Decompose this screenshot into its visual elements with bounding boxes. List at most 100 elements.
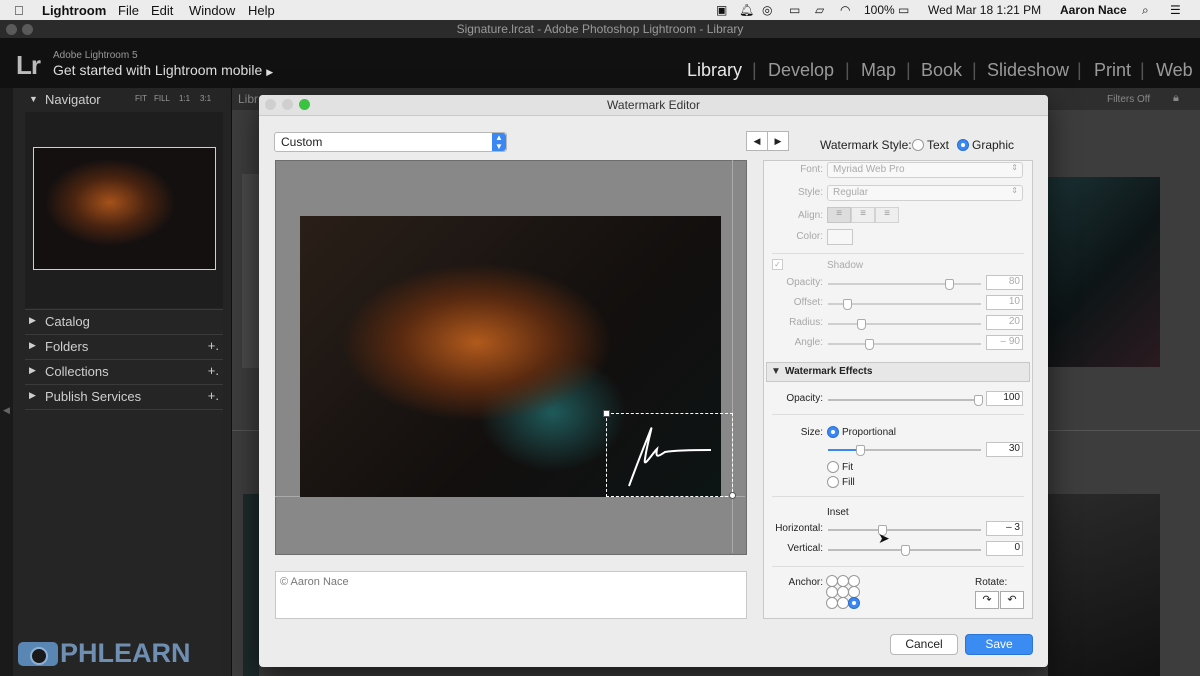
shadow-radius-field[interactable]: 20: [986, 315, 1023, 330]
size-proportional-radio[interactable]: [827, 426, 839, 438]
module-library[interactable]: Library: [687, 60, 742, 81]
next-image-button[interactable]: ▶: [767, 131, 789, 151]
size-fill-radio[interactable]: [827, 476, 839, 488]
previous-image-button[interactable]: ◀: [746, 131, 768, 151]
module-map[interactable]: Map: [861, 60, 896, 81]
module-book[interactable]: Book: [921, 60, 962, 81]
publish-services-header[interactable]: ▶ Publish Services +.: [13, 385, 223, 409]
library-filter-tab[interactable]: Libr: [238, 92, 258, 106]
dialog-minimize-button[interactable]: [282, 99, 293, 110]
zoom-fill[interactable]: FILL: [154, 94, 170, 103]
dialog-zoom-button[interactable]: [299, 99, 310, 110]
menu-window[interactable]: Window: [189, 3, 235, 18]
folders-header[interactable]: ▶ Folders +.: [13, 335, 223, 359]
style-graphic-radio[interactable]: [957, 139, 969, 151]
size-fit-radio[interactable]: [827, 461, 839, 473]
creative-cloud-icon[interactable]: ◎: [762, 3, 772, 17]
watermark-effects-header[interactable]: ▼ Watermark Effects: [766, 362, 1030, 382]
collections-header[interactable]: ▶ Collections +.: [13, 360, 223, 384]
menu-help[interactable]: Help: [248, 3, 275, 18]
shadow-checkbox[interactable]: ✓: [772, 259, 783, 270]
opacity-field[interactable]: 100: [986, 391, 1023, 406]
shadow-opacity-knob[interactable]: [945, 279, 954, 290]
clock[interactable]: Wed Mar 18 1:21 PM: [928, 3, 1041, 17]
resize-handle[interactable]: [603, 410, 610, 417]
navigator-thumbnail[interactable]: [33, 147, 216, 270]
size-field[interactable]: 30: [986, 442, 1023, 457]
navigator-header[interactable]: ▼ Navigator FIT FILL 1:1 3:1: [13, 88, 223, 112]
style-graphic-label[interactable]: Graphic: [972, 138, 1014, 152]
window-minimize-button[interactable]: [22, 24, 33, 35]
opacity-knob[interactable]: [974, 395, 983, 406]
airplay-icon[interactable]: ▱: [815, 3, 824, 17]
cancel-button[interactable]: Cancel: [890, 634, 958, 655]
module-develop[interactable]: Develop: [768, 60, 834, 81]
shadow-radius-knob[interactable]: [857, 319, 866, 330]
grid-cell[interactable]: [242, 174, 260, 368]
resize-handle[interactable]: [729, 492, 736, 499]
module-slideshow[interactable]: Slideshow: [987, 60, 1069, 81]
menu-edit[interactable]: Edit: [151, 3, 173, 18]
align-center-icon[interactable]: ≡: [851, 207, 875, 223]
grid-thumbnail[interactable]: [1048, 494, 1160, 676]
wifi-icon[interactable]: ◠: [840, 3, 850, 17]
anchor-bottom-right-radio[interactable]: [848, 597, 860, 609]
add-folder-icon[interactable]: +.: [208, 338, 219, 353]
align-right-icon[interactable]: ≡: [875, 207, 899, 223]
horizontal-field[interactable]: – 3: [986, 521, 1023, 536]
font-style-dropdown[interactable]: Regular ⇕: [827, 185, 1023, 201]
module-print[interactable]: Print: [1094, 60, 1131, 81]
rotate-counterclockwise-icon[interactable]: ↶: [1000, 591, 1024, 609]
grid-thumbnail[interactable]: [243, 494, 259, 676]
font-dropdown[interactable]: Myriad Web Pro ⇕: [827, 162, 1023, 178]
filters-off-dropdown[interactable]: Filters Off: [1107, 94, 1150, 105]
opacity-slider[interactable]: [828, 399, 981, 401]
watermark-bounding-box[interactable]: [606, 413, 733, 497]
shadow-radius-slider[interactable]: [828, 323, 981, 325]
vertical-field[interactable]: 0: [986, 541, 1023, 556]
align-left-icon[interactable]: ≡: [827, 207, 851, 223]
add-collection-icon[interactable]: +.: [208, 363, 219, 378]
video-icon[interactable]: ▣: [716, 3, 727, 17]
zoom-3-1[interactable]: 3:1: [200, 94, 211, 103]
style-text-radio[interactable]: [912, 139, 924, 151]
color-swatch[interactable]: [827, 229, 853, 245]
vertical-knob[interactable]: [901, 545, 910, 556]
shadow-angle-slider[interactable]: [828, 343, 981, 345]
notification-center-icon[interactable]: ☰: [1170, 3, 1181, 17]
display-icon[interactable]: ▭: [789, 3, 800, 17]
shadow-opacity-field[interactable]: 80: [986, 275, 1023, 290]
bell-icon[interactable]: 🔔︎: [739, 3, 754, 17]
shadow-angle-knob[interactable]: [865, 339, 874, 350]
battery-icon[interactable]: ▭: [898, 3, 909, 17]
shadow-angle-field[interactable]: – 90: [986, 335, 1023, 350]
size-fit-label[interactable]: Fit: [842, 462, 853, 473]
style-text-label[interactable]: Text: [927, 138, 949, 152]
zoom-fit[interactable]: FIT: [135, 94, 147, 103]
shadow-opacity-slider[interactable]: [828, 283, 981, 285]
window-close-button[interactable]: [6, 24, 17, 35]
left-panel-toggle-icon[interactable]: ◀: [3, 405, 10, 416]
preset-dropdown[interactable]: Custom ▲ ▼: [274, 132, 507, 152]
module-web[interactable]: Web: [1156, 60, 1193, 81]
shadow-offset-knob[interactable]: [843, 299, 852, 310]
menu-file[interactable]: File: [118, 3, 139, 18]
catalog-header[interactable]: ▶ Catalog: [13, 310, 223, 334]
menu-lightroom[interactable]: Lightroom: [42, 3, 106, 18]
user-name[interactable]: Aaron Nace: [1060, 3, 1127, 17]
save-button[interactable]: Save: [965, 634, 1033, 655]
dialog-close-button[interactable]: [265, 99, 276, 110]
rotate-clockwise-icon[interactable]: ↷: [975, 591, 999, 609]
shadow-offset-field[interactable]: 10: [986, 295, 1023, 310]
zoom-1-1[interactable]: 1:1: [179, 94, 190, 103]
size-knob[interactable]: [856, 445, 865, 456]
size-fill-label[interactable]: Fill: [842, 477, 855, 488]
horizontal-slider[interactable]: [828, 529, 981, 531]
grid-thumbnail[interactable]: [1048, 177, 1160, 367]
spotlight-search-icon[interactable]: ⌕: [1142, 3, 1149, 18]
add-publish-service-icon[interactable]: +.: [208, 388, 219, 403]
apple-menu-icon[interactable]: : [14, 3, 24, 18]
size-proportional-label[interactable]: Proportional: [842, 427, 896, 438]
lightroom-mobile-link[interactable]: Get started with Lightroom mobile ▶: [53, 62, 273, 78]
filter-lock-icon[interactable]: 🔒︎: [1173, 92, 1179, 105]
